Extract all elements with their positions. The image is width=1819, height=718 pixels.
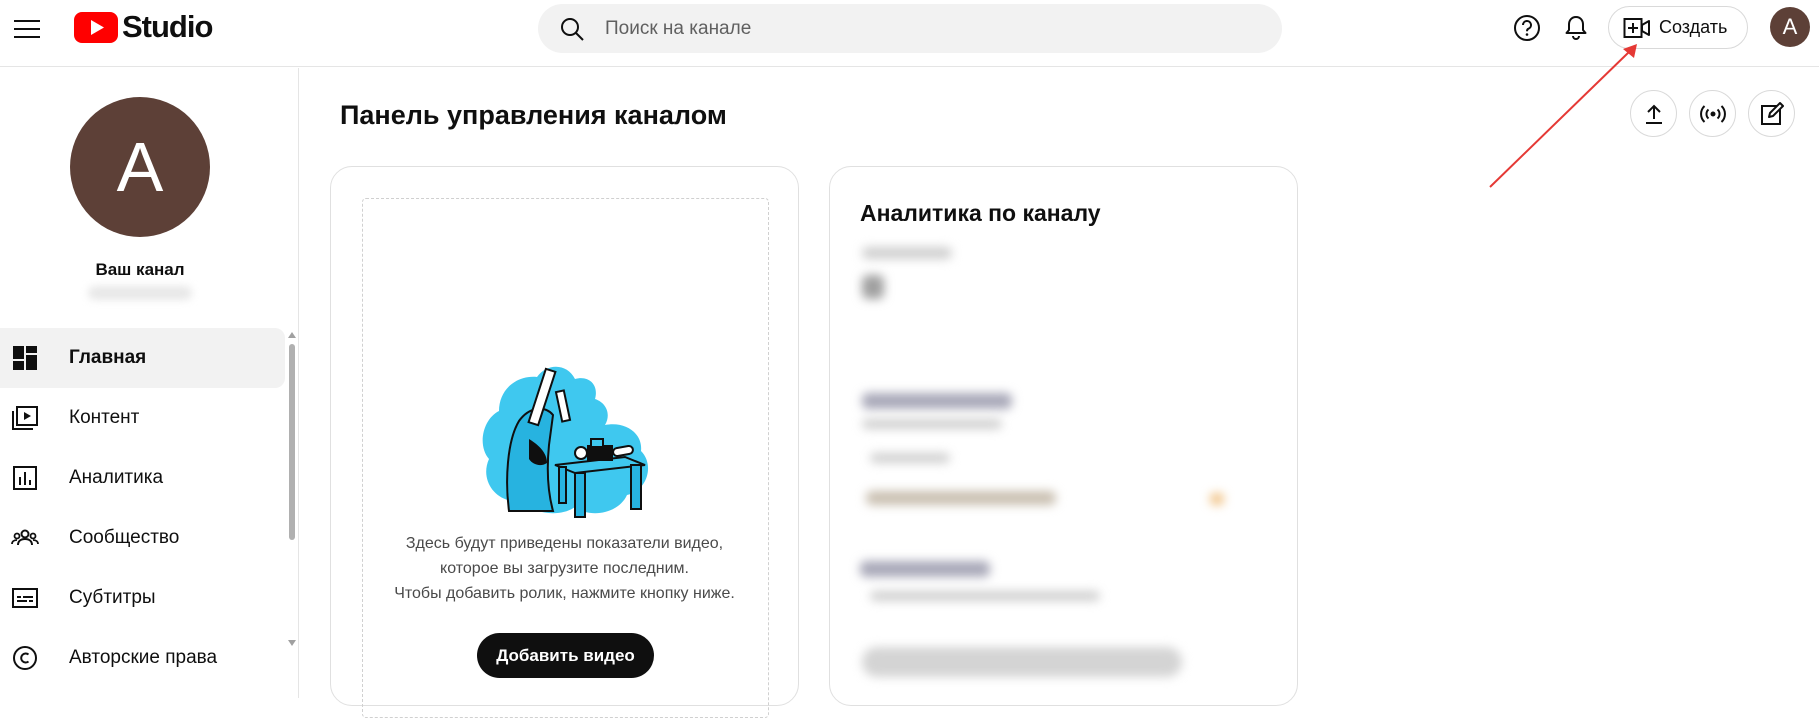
empty-state-illustration <box>482 366 649 518</box>
search-input[interactable] <box>605 17 1245 40</box>
menu-icon[interactable] <box>12 14 42 44</box>
analytics-icon <box>13 466 37 490</box>
blurred-top-videos-row <box>870 591 1100 601</box>
upload-button[interactable] <box>1630 90 1677 137</box>
create-button[interactable]: Создать <box>1608 6 1748 49</box>
sidebar-item-copyright[interactable]: Авторские права <box>0 628 285 688</box>
sidebar: A Ваш канал Главная Контент Аналитика Со… <box>0 68 299 698</box>
sidebar-item-label: Контент <box>69 407 140 428</box>
scroll-down-arrow[interactable] <box>288 640 296 646</box>
empty-state-line: Чтобы добавить ролик, нажмите кнопку ниж… <box>394 585 735 602</box>
blurred-summary-title <box>862 393 1012 409</box>
logo-text: Studio <box>122 9 213 44</box>
content-icon <box>12 406 38 430</box>
notifications-bell-icon[interactable] <box>1561 13 1591 43</box>
create-video-icon <box>1623 17 1650 38</box>
sidebar-item-label: Главная <box>69 347 147 368</box>
channel-label: Ваш канал <box>95 260 185 279</box>
sidebar-item-subtitles[interactable]: Субтитры <box>0 568 285 628</box>
sidebar-item-community[interactable]: Сообщество <box>0 508 285 568</box>
blurred-metric-row <box>866 491 1056 505</box>
search-icon[interactable] <box>559 16 585 42</box>
account-avatar[interactable]: A <box>1770 7 1810 47</box>
scroll-up-arrow[interactable] <box>288 332 296 338</box>
copyright-icon <box>13 646 37 670</box>
sidebar-item-label: Аналитика <box>69 467 164 488</box>
subtitles-icon <box>12 588 38 608</box>
page-title: Панель управления каналом <box>340 100 727 130</box>
sidebar-item-dashboard[interactable]: Главная <box>0 328 285 388</box>
sidebar-item-content[interactable]: Контент <box>0 388 285 448</box>
empty-state-text: Здесь будут приведены показатели видео, … <box>331 531 798 606</box>
community-icon <box>11 529 39 546</box>
dashboard-icon <box>13 346 37 370</box>
channel-analytics-card: Аналитика по каналу <box>829 166 1298 706</box>
create-label: Создать <box>1659 17 1728 37</box>
empty-state-line: Здесь будут приведены показатели видео, <box>405 535 724 552</box>
upload-icon <box>1645 104 1662 124</box>
blurred-go-to-analytics-button <box>862 647 1182 677</box>
blurred-top-videos-title <box>860 561 990 577</box>
top-bar: Studio Создать A <box>0 0 1819 67</box>
latest-video-card: Здесь будут приведены показатели видео, … <box>330 166 799 718</box>
sidebar-scrollbar[interactable] <box>287 330 297 646</box>
blurred-subscribers-label <box>862 247 952 259</box>
studio-logo[interactable]: Studio <box>74 9 213 44</box>
create-post-button[interactable] <box>1748 90 1795 137</box>
blurred-summary-subtitle <box>862 419 1002 429</box>
blurred-metric-value <box>1210 493 1224 505</box>
add-video-button[interactable]: Добавить видео <box>477 633 654 678</box>
sidebar-item-label: Субтитры <box>69 587 156 608</box>
sidebar-item-analytics[interactable]: Аналитика <box>0 448 285 508</box>
blurred-summary-row <box>870 453 950 463</box>
channel-avatar[interactable]: A <box>70 97 210 237</box>
sidebar-nav: Главная Контент Аналитика Сообщество Суб… <box>0 328 285 688</box>
analytics-card-title: Аналитика по каналу <box>860 200 1101 226</box>
help-icon[interactable] <box>1512 13 1542 43</box>
sidebar-item-label: Авторские права <box>69 647 218 668</box>
scroll-thumb[interactable] <box>289 344 295 540</box>
search-bar[interactable] <box>538 4 1282 53</box>
youtube-logo-icon <box>74 11 118 43</box>
empty-state-line: которое вы загрузите последним. <box>440 560 689 577</box>
edit-post-icon <box>1760 101 1784 125</box>
blurred-subscribers-count <box>862 275 884 299</box>
live-broadcast-icon <box>1699 104 1726 123</box>
go-live-button[interactable] <box>1689 90 1736 137</box>
channel-handle-blurred <box>88 286 192 300</box>
sidebar-item-label: Сообщество <box>69 527 180 548</box>
